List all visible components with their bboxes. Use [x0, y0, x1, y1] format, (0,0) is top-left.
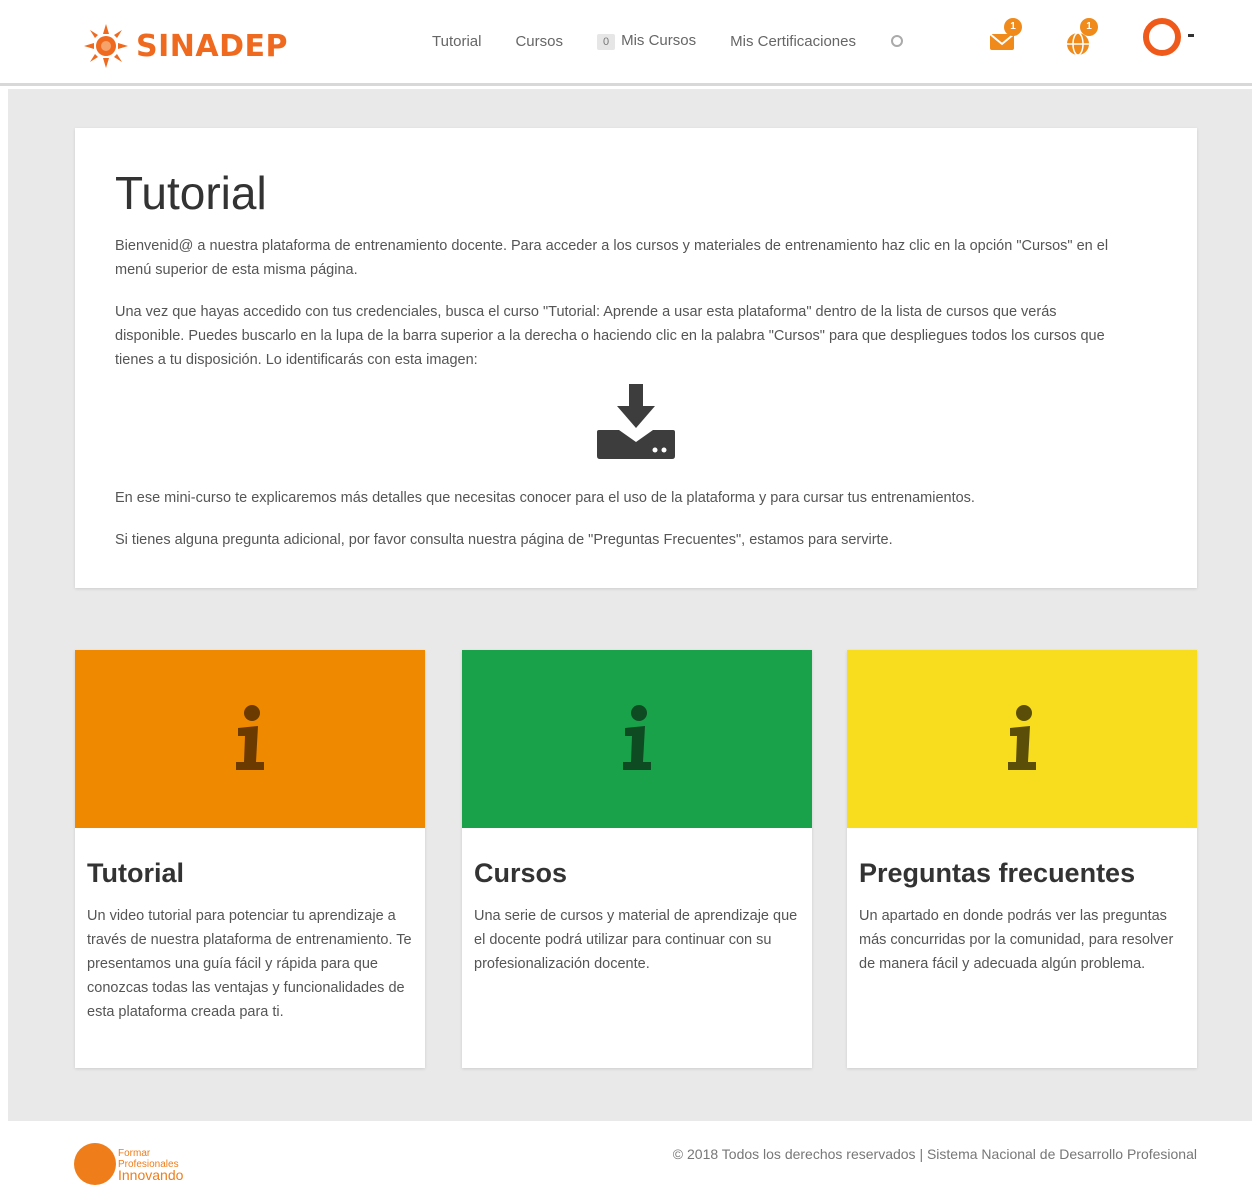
info-icon: [623, 705, 651, 770]
main-nav: Tutorial Cursos 0 Mis Cursos Mis Certific…: [432, 32, 944, 50]
nav-mis-cursos-label: Mis Cursos: [621, 32, 697, 49]
messages-button[interactable]: 1: [988, 18, 1022, 58]
footer-logo-line-3: Innovando: [118, 1166, 184, 1183]
search-icon[interactable]: [890, 34, 904, 48]
card-preguntas-text: Un apartado en donde podrás ver las preg…: [859, 908, 1174, 972]
card-cursos[interactable]: Cursos Una serie de cursos y material de…: [462, 650, 812, 1068]
card-cursos-text: Una serie de cursos y material de aprend…: [474, 908, 798, 972]
footer-logo-line-1: Formar: [118, 1147, 151, 1159]
page-title: Tutorial: [115, 167, 267, 219]
card-tutorial-banner[interactable]: [75, 650, 425, 828]
notifications-count: 1: [1080, 18, 1098, 36]
card-tutorial-title[interactable]: Tutorial: [87, 858, 184, 889]
card-cursos-banner[interactable]: [462, 650, 812, 828]
brand-name: SINADEP: [136, 28, 288, 64]
footer-logo-circle-icon: [74, 1143, 116, 1185]
footer: Formar Profesionales Innovando © 2018 To…: [8, 1121, 1252, 1196]
footer-logo: Formar Profesionales Innovando: [74, 1143, 183, 1185]
notifications-button[interactable]: 1: [1064, 18, 1098, 58]
messages-count: 1: [1004, 18, 1022, 36]
nav-tutorial[interactable]: Tutorial: [432, 33, 481, 50]
user-menu-caret-icon[interactable]: [1188, 34, 1194, 37]
copyright-text: © 2018 Todos los derechos reservados | S…: [672, 1146, 1197, 1162]
card-cursos-title[interactable]: Cursos: [474, 858, 567, 889]
card-tutorial-text: Un video tutorial para potenciar tu apre…: [87, 908, 412, 1020]
footer-logo-text: Formar Profesionales Innovando: [118, 1147, 184, 1183]
top-header: SINADEP Tutorial Cursos 0 Mis Cursos Mis …: [0, 0, 1252, 86]
nav-mis-cursos[interactable]: 0 Mis Cursos: [596, 32, 697, 50]
download-icon: [597, 384, 675, 459]
tutorial-paragraph-4: Si tienes alguna pregunta adicional, por…: [115, 532, 893, 548]
tutorial-paragraph-2: Una vez que hayas accedido con tus crede…: [115, 304, 1105, 368]
card-preguntas-frecuentes[interactable]: Preguntas frecuentes Un apartado en dond…: [847, 650, 1197, 1068]
tutorial-paragraph-1: Bienvenid@ a nuestra plataforma de entre…: [115, 238, 1109, 278]
nav-cursos[interactable]: Cursos: [515, 33, 563, 50]
card-preguntas-title[interactable]: Preguntas frecuentes: [859, 858, 1135, 889]
card-tutorial[interactable]: Tutorial Un video tutorial para potencia…: [75, 650, 425, 1068]
sun-logo-icon: [84, 24, 128, 68]
user-avatar[interactable]: [1143, 18, 1181, 56]
nav-mis-certificaciones[interactable]: Mis Certificaciones: [730, 33, 856, 50]
tutorial-paragraph-3: En ese mini-curso te explicaremos más de…: [115, 490, 975, 506]
info-icon: [1008, 705, 1036, 770]
card-preguntas-banner[interactable]: [847, 650, 1197, 828]
tutorial-panel: Tutorial Bienvenid@ a nuestra plataforma…: [75, 128, 1197, 588]
info-icon: [236, 705, 264, 770]
sinadep-logo[interactable]: SINADEP: [82, 22, 288, 70]
mis-cursos-count-badge: 0: [596, 34, 616, 50]
